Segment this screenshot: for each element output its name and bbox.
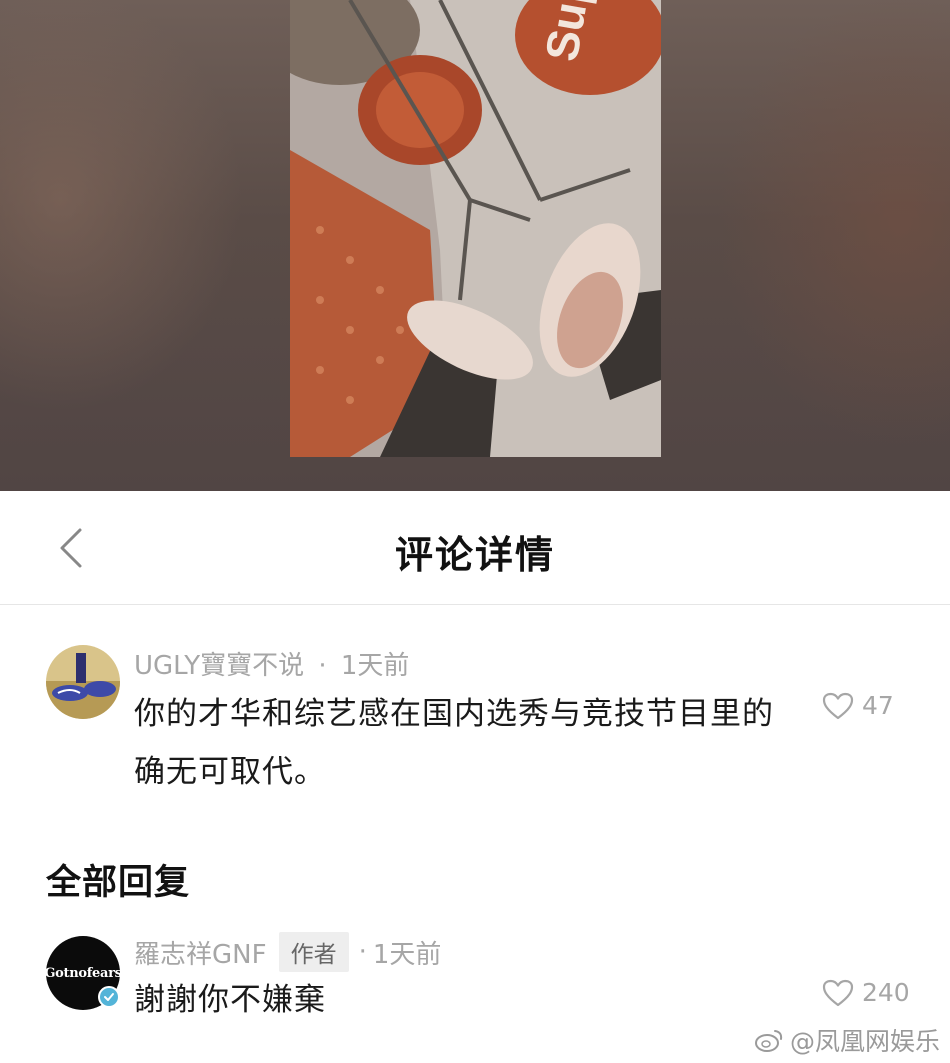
avatar[interactable] — [46, 645, 120, 719]
author-badge: 作者 — [278, 932, 349, 972]
watermark: @凤凰网娱乐 — [754, 1022, 940, 1058]
reply-time: 1天前 — [372, 939, 442, 970]
replies-section-title: 全部回复 — [46, 863, 191, 903]
hero-photo: Supreme — [290, 0, 661, 457]
hero-background: Supreme — [0, 0, 950, 491]
reply-like-button[interactable]: 240 — [822, 978, 910, 1007]
main-comment: UGLY寶寶不说 · 1天前 你的才华和综艺感在国内选秀与竞技节目里的确无可取代… — [0, 605, 950, 835]
meta-separator: · — [318, 651, 327, 681]
comment-time: 1天前 — [340, 651, 410, 681]
page-title: 评论详情 — [394, 533, 555, 577]
heart-outline-icon — [822, 979, 854, 1006]
reply-username[interactable]: 羅志祥GNF — [134, 934, 267, 971]
comment-like-button[interactable]: 47 — [822, 691, 894, 720]
comment-meta: UGLY寶寶不说 · 1天前 — [134, 645, 409, 682]
header-bar: 评论详情 — [0, 491, 950, 605]
avatar-image — [46, 645, 120, 719]
reply-meta-separator: · — [358, 937, 367, 967]
checkmark-icon — [104, 993, 114, 1001]
photo-illustration: Supreme — [290, 0, 661, 457]
comment-text: 你的才华和综艺感在国内选秀与竞技节目里的确无可取代。 — [134, 696, 774, 790]
verified-badge — [98, 986, 120, 1008]
reply-text: 謝謝你不嫌棄 — [134, 982, 326, 1018]
heart-outline-icon — [822, 692, 854, 719]
comment-like-count: 47 — [862, 691, 894, 720]
watermark-text: @凤凰网娱乐 — [789, 1027, 940, 1056]
weibo-icon — [754, 1030, 783, 1052]
reply-meta: 羅志祥GNF 作者 · 1天前 — [134, 932, 441, 972]
reply-avatar-logo-text: Gotnofears — [44, 965, 122, 981]
reply-like-count: 240 — [862, 978, 910, 1007]
comment-username[interactable]: UGLY寶寶不说 — [134, 651, 304, 681]
